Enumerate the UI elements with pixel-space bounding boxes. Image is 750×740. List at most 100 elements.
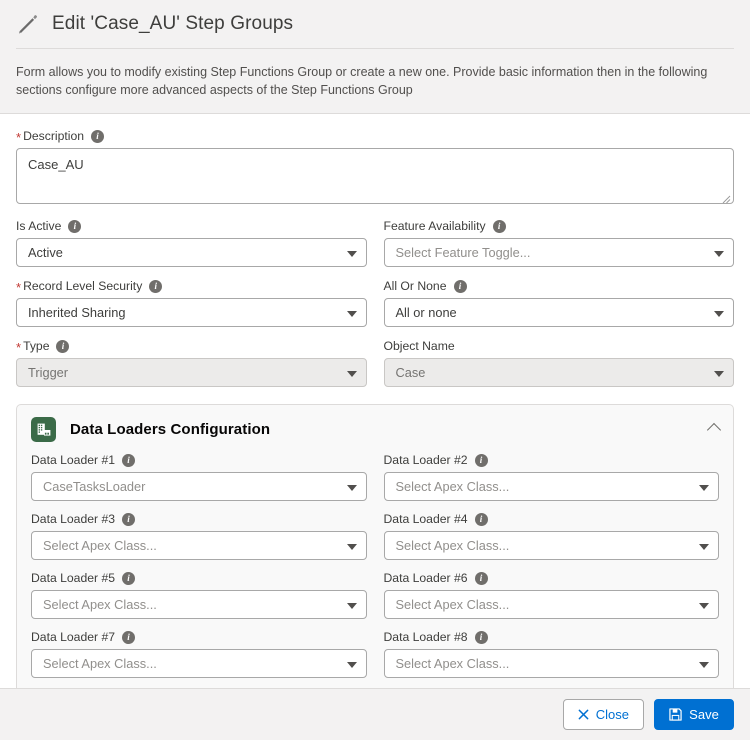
save-button-label: Save	[689, 707, 719, 722]
data-loader-4-select-wrap[interactable]: Select Apex Class...	[383, 531, 719, 561]
modal-body: * Description i Is Active i Active	[0, 114, 750, 700]
field-data-loader-8: Data Loader #8 i Select Apex Class...	[383, 629, 719, 679]
info-icon[interactable]: i	[122, 453, 136, 467]
data-loader-3-select[interactable]: Select Apex Class...	[31, 531, 367, 561]
label-text: Data Loader #6	[383, 571, 468, 586]
modal-footer: Close Save	[0, 688, 750, 740]
is-active-select-wrap[interactable]: Active	[16, 238, 367, 268]
data-loader-5-select-wrap[interactable]: Select Apex Class...	[31, 590, 367, 620]
pencil-icon	[16, 12, 40, 36]
section-title: Data Loaders Configuration	[70, 421, 271, 439]
all-or-none-select[interactable]: All or none	[383, 298, 734, 328]
feature-availability-select-wrap[interactable]: Select Feature Toggle...	[383, 238, 734, 268]
loader-col-2: Data Loader #2 i Select Apex Class...	[383, 452, 719, 511]
description-textarea-wrap	[16, 148, 734, 207]
close-button-label: Close	[595, 707, 629, 722]
record-level-security-select[interactable]: Inherited Sharing	[16, 298, 367, 328]
close-button[interactable]: Close	[562, 699, 644, 730]
field-data-loader-7: Data Loader #7 i Select Apex Class...	[31, 629, 367, 679]
data-loader-7-select-wrap[interactable]: Select Apex Class...	[31, 649, 367, 679]
label-text: Type	[23, 339, 50, 354]
info-icon[interactable]: i	[474, 630, 488, 644]
data-loader-2-select-wrap[interactable]: Select Apex Class...	[383, 472, 719, 502]
modal-header: Edit 'Case_AU' Step Groups	[0, 0, 750, 49]
loader-col-5: Data Loader #5 i Select Apex Class...	[31, 570, 367, 629]
data-loader-3-select-wrap[interactable]: Select Apex Class...	[31, 531, 367, 561]
info-icon[interactable]: i	[122, 512, 136, 526]
info-icon[interactable]: i	[492, 219, 506, 233]
info-icon[interactable]: i	[122, 630, 136, 644]
page-title: Edit 'Case_AU' Step Groups	[52, 13, 294, 34]
info-icon[interactable]: i	[122, 571, 136, 585]
field-data-loader-3: Data Loader #3 i Select Apex Class...	[31, 511, 367, 561]
chevron-up-icon	[706, 423, 722, 438]
label-feature-availability: Feature Availability i	[384, 218, 735, 234]
field-feature-availability: Feature Availability i Select Feature To…	[383, 218, 735, 268]
data-loader-5-select[interactable]: Select Apex Class...	[31, 590, 367, 620]
loader-col-7: Data Loader #7 i Select Apex Class...	[31, 629, 367, 688]
form-row-2: * Record Level Security i Inherited Shar…	[16, 278, 734, 338]
data-loader-8-select[interactable]: Select Apex Class...	[383, 649, 719, 679]
all-or-none-select-wrap[interactable]: All or none	[383, 298, 734, 328]
loader-col-1: Data Loader #1 i CaseTasksLoader	[31, 452, 367, 511]
form-col-right-3: Object Name Case	[383, 338, 735, 398]
label-data-loader-3: Data Loader #3 i	[31, 511, 367, 527]
info-icon[interactable]: i	[474, 453, 488, 467]
object-name-select-wrap: Case	[383, 358, 734, 388]
loader-row-4: Data Loader #7 i Select Apex Class... Da…	[31, 629, 719, 688]
label-text: Is Active	[16, 219, 62, 234]
data-loader-8-select-wrap[interactable]: Select Apex Class...	[383, 649, 719, 679]
field-all-or-none: All Or None i All or none	[383, 278, 734, 328]
data-loader-6-select[interactable]: Select Apex Class...	[383, 590, 719, 620]
field-object-name: Object Name Case	[383, 338, 735, 388]
info-icon[interactable]: i	[453, 279, 467, 293]
data-loader-6-select-wrap[interactable]: Select Apex Class...	[383, 590, 719, 620]
save-button[interactable]: Save	[654, 699, 734, 730]
label-data-loader-5: Data Loader #5 i	[31, 570, 367, 586]
label-text: Data Loader #3	[31, 512, 116, 527]
section-header[interactable]: Data Loaders Configuration	[17, 405, 733, 452]
label-data-loader-4: Data Loader #4 i	[384, 511, 720, 527]
info-icon[interactable]: i	[149, 279, 163, 293]
info-icon[interactable]: i	[68, 219, 82, 233]
form-col-left-2: * Record Level Security i Inherited Shar…	[16, 278, 367, 338]
loader-row-1: Data Loader #1 i CaseTasksLoader Data Lo…	[31, 452, 719, 511]
is-active-select[interactable]: Active	[16, 238, 367, 268]
loader-col-3: Data Loader #3 i Select Apex Class...	[31, 511, 367, 570]
data-loaders-configuration-panel: Data Loaders Configuration Data Loader #…	[16, 404, 734, 700]
info-icon[interactable]: i	[474, 571, 488, 585]
data-loader-1-select-wrap[interactable]: CaseTasksLoader	[31, 472, 367, 502]
section-body: Data Loader #1 i CaseTasksLoader Data Lo…	[17, 452, 733, 698]
field-data-loader-5: Data Loader #5 i Select Apex Class...	[31, 570, 367, 620]
feature-availability-select[interactable]: Select Feature Toggle...	[383, 238, 734, 268]
label-description: * Description i	[16, 128, 734, 144]
field-is-active: Is Active i Active	[16, 218, 367, 268]
data-loader-7-select[interactable]: Select Apex Class...	[31, 649, 367, 679]
object-name-select: Case	[383, 358, 734, 388]
loader-col-4: Data Loader #4 i Select Apex Class...	[383, 511, 720, 570]
info-icon[interactable]: i	[91, 129, 105, 143]
label-text: Data Loader #7	[31, 630, 116, 645]
label-text: Data Loader #8	[383, 630, 468, 645]
field-data-loader-1: Data Loader #1 i CaseTasksLoader	[31, 452, 367, 502]
collapse-section-button[interactable]	[705, 420, 723, 438]
data-loader-1-select[interactable]: CaseTasksLoader	[31, 472, 367, 502]
required-marker: *	[16, 279, 22, 295]
label-text: Object Name	[383, 339, 455, 354]
loader-row-2: Data Loader #3 i Select Apex Class... Da…	[31, 511, 719, 570]
description-textarea[interactable]	[16, 148, 734, 205]
data-loader-2-select[interactable]: Select Apex Class...	[383, 472, 719, 502]
info-icon[interactable]: i	[474, 512, 488, 526]
data-loader-4-select[interactable]: Select Apex Class...	[383, 531, 719, 561]
header-title-row: Edit 'Case_AU' Step Groups	[16, 12, 734, 48]
label-text: Record Level Security	[23, 279, 143, 294]
label-text: Description	[23, 129, 85, 144]
label-object-name: Object Name	[384, 338, 735, 354]
info-icon[interactable]: i	[56, 339, 70, 353]
required-marker: *	[16, 129, 22, 145]
label-data-loader-6: Data Loader #6 i	[384, 570, 720, 586]
label-text: Data Loader #2	[383, 453, 468, 468]
label-type: * Type i	[16, 338, 367, 354]
record-level-security-select-wrap[interactable]: Inherited Sharing	[16, 298, 367, 328]
label-text: Data Loader #1	[31, 453, 116, 468]
